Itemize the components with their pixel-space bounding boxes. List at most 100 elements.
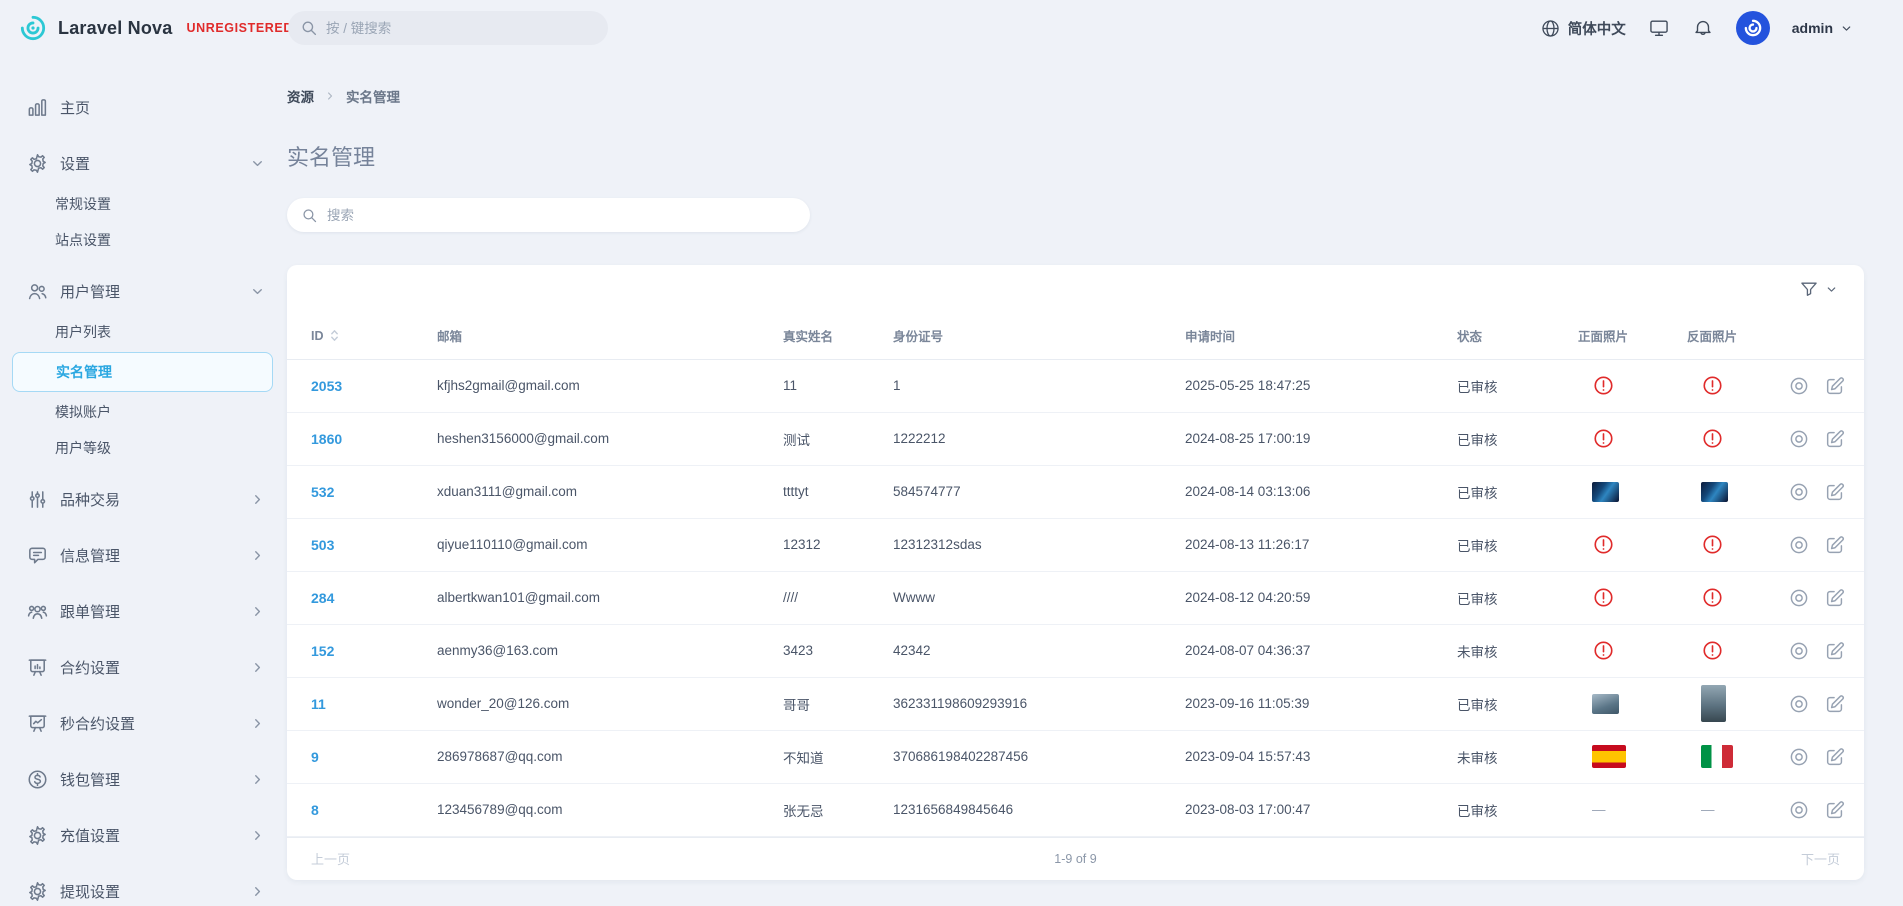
table-row[interactable]: 1860heshen3156000@gmail.com测试12222122024… [287,412,1864,465]
table-row[interactable]: 532xduan3111@gmail.comttttyt584574777202… [287,465,1864,518]
row-id-link[interactable]: 152 [287,624,413,677]
resource-search-input[interactable] [327,208,796,223]
notifications-button[interactable] [1692,17,1714,39]
view-button[interactable] [1788,587,1810,609]
eye-icon [1788,746,1810,768]
sort-icon[interactable] [330,328,339,343]
user-menu[interactable]: admin [1792,20,1853,36]
sidebar-subitem-active[interactable]: 实名管理 [12,352,273,392]
sidebar-subitem[interactable]: 模拟账户 [0,394,287,430]
table-row[interactable]: 8123456789@qq.com张无忌12316568498456462023… [287,783,1864,836]
back-photo-thumbnail[interactable] [1701,745,1764,768]
row-status: 已审核 [1433,465,1554,518]
row-id-link[interactable]: 9 [287,730,413,783]
display-mode-button[interactable] [1648,17,1670,39]
edit-button[interactable] [1824,428,1846,450]
row-id-number: 12312312sdas [869,518,1161,571]
row-id-link[interactable]: 8 [287,783,413,836]
sidebar-item-variety-trading[interactable]: 品种交易 [0,476,287,522]
sidebar-item-copy-trading[interactable]: 跟单管理 [0,588,287,634]
edit-button[interactable] [1824,375,1846,397]
page-title: 实名管理 [287,140,1864,172]
row-id-link[interactable]: 2053 [287,359,413,412]
column-header[interactable]: ID [287,313,413,359]
view-button[interactable] [1788,428,1810,450]
sidebar-item-wallet-management[interactable]: 钱包管理 [0,756,287,802]
table-row[interactable]: 9286978687@qq.com不知道37068619840228745620… [287,730,1864,783]
view-button[interactable] [1788,375,1810,397]
view-button[interactable] [1788,799,1810,821]
back-photo-thumbnail[interactable] [1701,685,1764,722]
next-page-button[interactable]: 下一页 [1801,849,1840,868]
chevron-down-icon [250,156,265,171]
front-photo-thumbnail[interactable] [1592,482,1663,502]
sidebar-item-contract-settings[interactable]: 合约设置 [0,644,287,690]
sidebar-item-second-contract-settings[interactable]: 秒合约设置 [0,700,287,746]
sidebar-subitem[interactable]: 用户等级 [0,430,287,466]
sidebar-item-info-management[interactable]: 信息管理 [0,532,287,578]
brand[interactable]: Laravel Nova [18,13,172,43]
global-search-input[interactable] [326,21,596,36]
chevron-right-icon [250,828,265,843]
edit-button[interactable] [1824,481,1846,503]
sidebar-subitem[interactable]: 常规设置 [0,186,287,222]
table-row[interactable]: 503qiyue110110@gmail.com1231212312312sda… [287,518,1864,571]
language-switcher[interactable]: 简体中文 [1540,18,1626,39]
breadcrumb-resources-link[interactable]: 资源 [287,86,314,106]
front-photo-thumbnail[interactable] [1592,694,1663,714]
verification-table: ID邮箱真实姓名身份证号申请时间状态正面照片反面照片 2053kfjhs2gma… [287,313,1864,837]
row-status: 已审核 [1433,518,1554,571]
row-real-name: 测试 [759,412,869,465]
sidebar-item-home[interactable]: 主页 [0,84,287,130]
chevron-right-icon [250,660,265,675]
row-id-link[interactable]: 1860 [287,412,413,465]
row-id-link[interactable]: 284 [287,571,413,624]
row-id-link[interactable]: 503 [287,518,413,571]
photo-empty: — [1592,802,1663,817]
pagination: 上一页 1-9 of 9 下一页 [287,837,1864,880]
row-id-link[interactable]: 532 [287,465,413,518]
row-real-name: 张无忌 [759,783,869,836]
eye-icon [1788,640,1810,662]
avatar[interactable] [1736,11,1770,45]
row-email: heshen3156000@gmail.com [413,412,759,465]
photo-warning-icon [1701,586,1764,609]
row-applied-at: 2023-09-04 15:57:43 [1161,730,1433,783]
view-button[interactable] [1788,640,1810,662]
eye-icon [1788,799,1810,821]
user-group-icon [26,600,49,623]
table-row[interactable]: 284albertkwan101@gmail.com////Wwww2024-0… [287,571,1864,624]
view-button[interactable] [1788,693,1810,715]
laravel-nova-logo-icon [18,13,48,43]
edit-button[interactable] [1824,534,1846,556]
edit-button[interactable] [1824,799,1846,821]
sidebar-subitem[interactable]: 用户列表 [0,314,287,350]
edit-button[interactable] [1824,746,1846,768]
prev-page-button[interactable]: 上一页 [311,849,350,868]
row-id-number: 370686198402287456 [869,730,1161,783]
photo-empty: — [1701,802,1764,817]
global-search[interactable] [288,11,608,45]
license-badge: UNREGISTERED [186,21,293,35]
row-id-link[interactable]: 11 [287,677,413,730]
table-row[interactable]: 2053kfjhs2gmail@gmail.com1112025-05-25 1… [287,359,1864,412]
front-photo-thumbnail[interactable] [1592,745,1663,768]
edit-button[interactable] [1824,587,1846,609]
table-row[interactable]: 152aenmy36@163.com3423423422024-08-07 04… [287,624,1864,677]
back-photo-thumbnail[interactable] [1701,482,1764,502]
edit-button[interactable] [1824,640,1846,662]
filter-dropdown-button[interactable] [1799,279,1838,299]
view-button[interactable] [1788,534,1810,556]
sidebar-item-settings[interactable]: 设置 [0,140,287,186]
row-status: 已审核 [1433,412,1554,465]
sidebar-item-recharge-settings[interactable]: 充值设置 [0,812,287,858]
row-status: 已审核 [1433,677,1554,730]
view-button[interactable] [1788,746,1810,768]
sidebar-item-user-management[interactable]: 用户管理 [0,268,287,314]
resource-search[interactable] [287,198,810,232]
sidebar-item-withdraw-settings[interactable]: 提现设置 [0,868,287,906]
edit-button[interactable] [1824,693,1846,715]
view-button[interactable] [1788,481,1810,503]
sidebar-subitem[interactable]: 站点设置 [0,222,287,258]
table-row[interactable]: 11wonder_20@126.com哥哥3623311986092939162… [287,677,1864,730]
